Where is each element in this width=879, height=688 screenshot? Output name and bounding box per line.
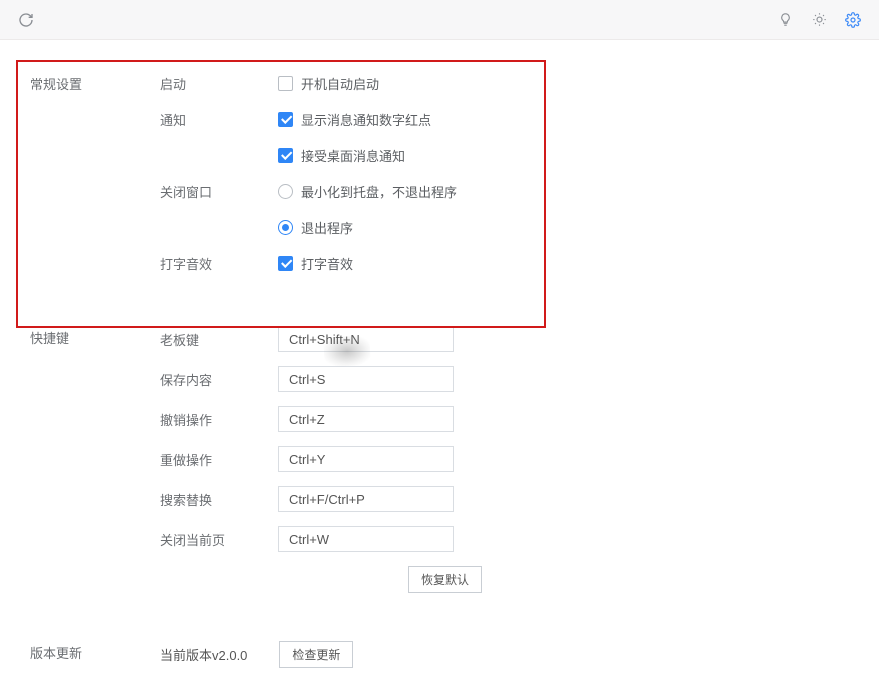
row-close-minimize: 关闭窗口 最小化到托盘，不退出程序 <box>160 180 849 202</box>
row-notify-badge: 通知 显示消息通知数字红点 <box>160 108 849 130</box>
refresh-icon[interactable] <box>16 10 36 30</box>
control-close-exit: 退出程序 <box>278 218 353 237</box>
label-hk-boss: 老板键 <box>160 330 278 349</box>
row-hk-redo: 重做操作 <box>160 446 849 472</box>
label-startup: 启动 <box>160 74 278 93</box>
input-hk-boss[interactable] <box>278 326 454 352</box>
option-typing-sound: 打字音效 <box>301 254 353 273</box>
input-hk-undo[interactable] <box>278 406 454 432</box>
control-close-minimize: 最小化到托盘，不退出程序 <box>278 182 457 201</box>
option-close-minimize: 最小化到托盘，不退出程序 <box>301 182 457 201</box>
section-body-general: 启动 开机自动启动 通知 显示消息通知数字红点 接受桌面消息通知 <box>160 72 849 288</box>
label-hk-redo: 重做操作 <box>160 450 278 469</box>
section-title-hotkeys: 快捷键 <box>30 326 160 593</box>
radio-close-exit[interactable] <box>278 220 293 235</box>
input-hk-search[interactable] <box>278 486 454 512</box>
option-auto-start: 开机自动启动 <box>301 74 379 93</box>
toolbar-left <box>16 10 36 30</box>
sun-icon[interactable] <box>809 10 829 30</box>
row-typing-sound: 打字音效 打字音效 <box>160 252 849 274</box>
label-notify: 通知 <box>160 110 278 129</box>
label-hk-undo: 撤销操作 <box>160 410 278 429</box>
section-update: 版本更新 当前版本v2.0.0 检查更新 <box>30 593 849 668</box>
radio-close-minimize[interactable] <box>278 184 293 199</box>
settings-content: 常规设置 启动 开机自动启动 通知 显示消息通知数字红点 <box>0 40 879 688</box>
section-body-update: 当前版本v2.0.0 检查更新 <box>160 641 849 668</box>
section-body-hotkeys: 老板键 保存内容 撤销操作 重做操作 搜索替换 关闭当前页 <box>160 326 849 593</box>
toolbar <box>0 0 879 40</box>
row-notify-desktop: 接受桌面消息通知 <box>160 144 849 166</box>
section-title-general: 常规设置 <box>30 72 160 288</box>
row-startup: 启动 开机自动启动 <box>160 72 849 94</box>
row-hk-save: 保存内容 <box>160 366 849 392</box>
label-close-window: 关闭窗口 <box>160 182 278 201</box>
toolbar-right <box>775 10 863 30</box>
current-version-label: 当前版本v2.0.0 <box>160 645 247 664</box>
row-close-exit: 退出程序 <box>160 216 849 238</box>
check-update-button[interactable]: 检查更新 <box>279 641 353 668</box>
row-hk-search: 搜索替换 <box>160 486 849 512</box>
lightbulb-icon[interactable] <box>775 10 795 30</box>
input-hk-redo[interactable] <box>278 446 454 472</box>
row-hk-undo: 撤销操作 <box>160 406 849 432</box>
reset-hotkeys-button[interactable]: 恢复默认 <box>408 566 482 593</box>
control-notify-badge: 显示消息通知数字红点 <box>278 110 431 129</box>
option-close-exit: 退出程序 <box>301 218 353 237</box>
input-hk-closetab[interactable] <box>278 526 454 552</box>
checkbox-notify-desktop[interactable] <box>278 148 293 163</box>
row-hk-closetab: 关闭当前页 <box>160 526 849 552</box>
gear-icon[interactable] <box>843 10 863 30</box>
control-notify-desktop: 接受桌面消息通知 <box>278 146 405 165</box>
section-title-update: 版本更新 <box>30 641 160 668</box>
label-hk-save: 保存内容 <box>160 370 278 389</box>
label-hk-search: 搜索替换 <box>160 490 278 509</box>
checkbox-notify-badge[interactable] <box>278 112 293 127</box>
option-notify-badge: 显示消息通知数字红点 <box>301 110 431 129</box>
control-typing-sound: 打字音效 <box>278 254 353 273</box>
label-typing-sound: 打字音效 <box>160 254 278 273</box>
option-notify-desktop: 接受桌面消息通知 <box>301 146 405 165</box>
row-reset-hotkeys: 恢复默认 <box>160 566 849 593</box>
row-hk-boss: 老板键 <box>160 326 849 352</box>
section-hotkeys: 快捷键 老板键 保存内容 撤销操作 重做操作 搜索替换 <box>30 288 849 593</box>
input-hk-save[interactable] <box>278 366 454 392</box>
section-general: 常规设置 启动 开机自动启动 通知 显示消息通知数字红点 <box>30 40 849 288</box>
control-startup: 开机自动启动 <box>278 74 379 93</box>
label-hk-closetab: 关闭当前页 <box>160 530 278 549</box>
checkbox-auto-start[interactable] <box>278 76 293 91</box>
checkbox-typing-sound[interactable] <box>278 256 293 271</box>
